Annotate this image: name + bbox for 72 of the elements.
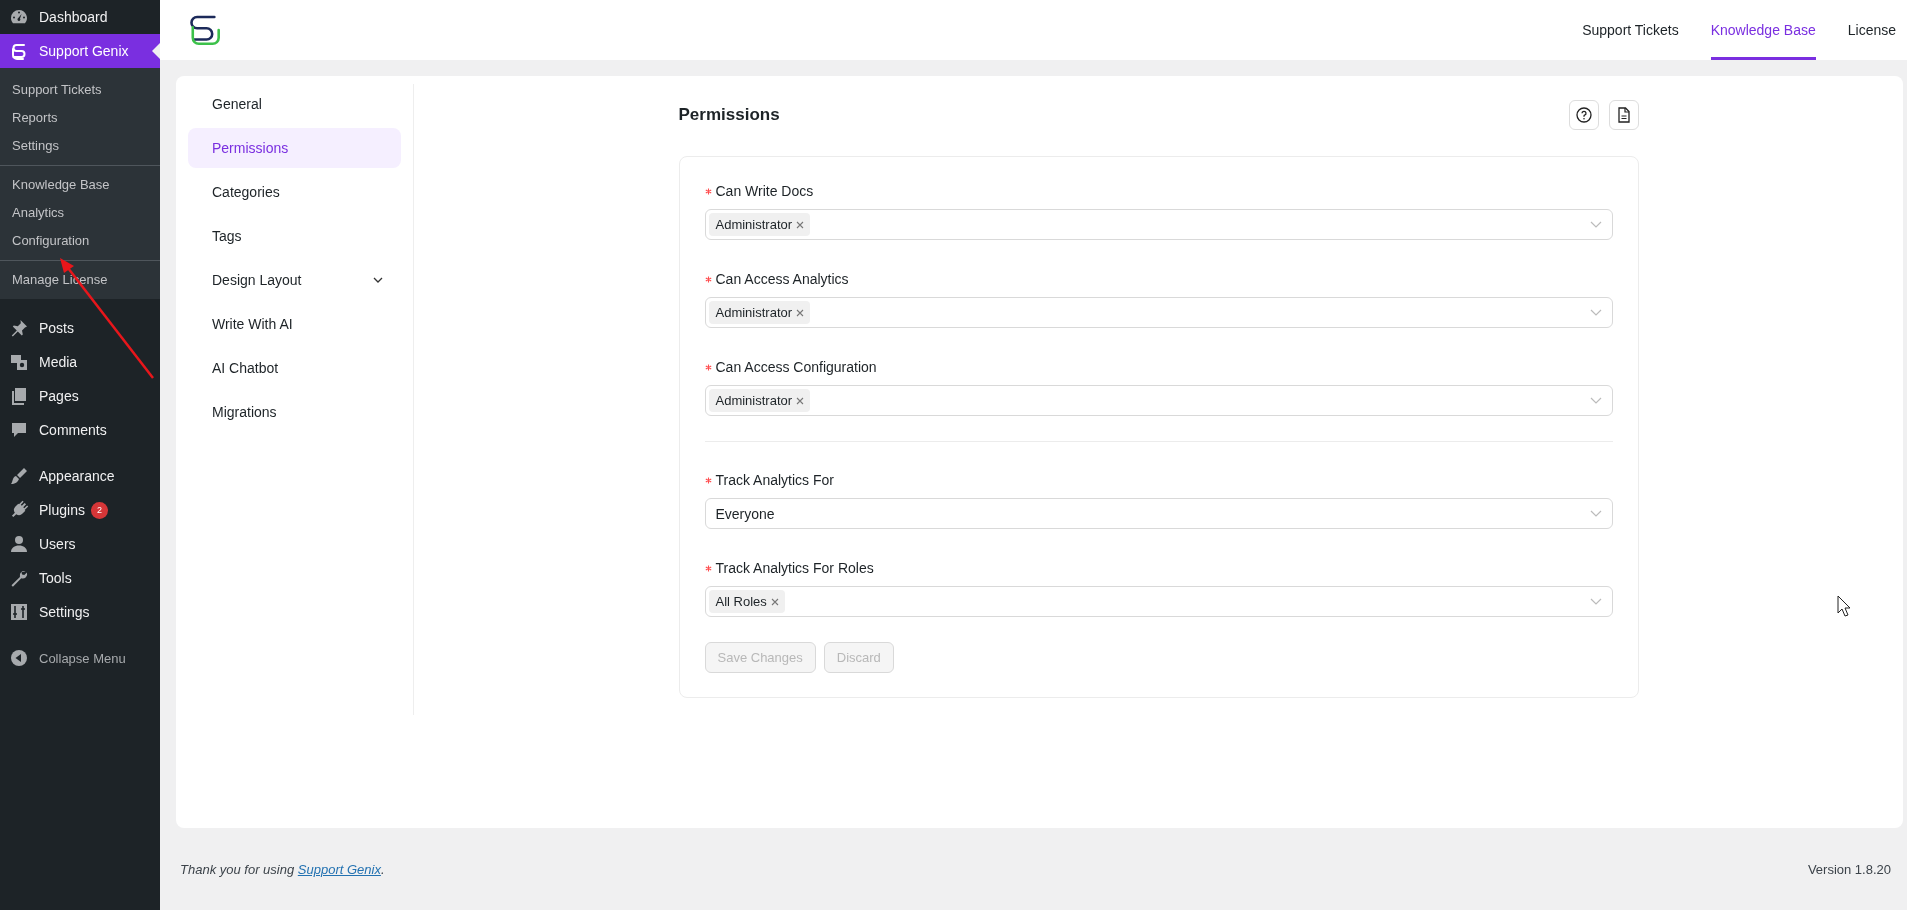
sidebar-menu-item[interactable]: Plugins 2 [0,493,160,527]
selected-tag: Administrator [708,213,811,236]
sidebar-menu-item[interactable]: Media [0,345,160,379]
sidebar-menu-item[interactable]: Users [0,527,160,561]
field-label: Can Access Analytics [715,271,849,287]
chevron-down-icon [1589,397,1602,404]
multi-select-field[interactable]: Administrator [704,385,1613,416]
select-field[interactable]: Everyone [704,498,1613,529]
version-text: Version 1.8.20 [1807,861,1891,877]
chevron-down-icon [1589,309,1602,316]
remove-icon [796,220,805,229]
sidebar-submenu-item[interactable]: Settings [0,131,160,159]
sidebar-menu-item[interactable]: Posts [0,311,160,345]
plug-icon [9,500,29,520]
chevron-down-icon [1589,598,1602,605]
top-nav-tab[interactable]: Support Tickets [1582,0,1679,60]
sidebar-menu-item[interactable]: Comments [0,413,160,447]
wrench-icon [9,568,29,588]
sidebar-menu-item[interactable]: Tools [0,561,160,595]
sidebar-menu-item[interactable]: Support Genix [0,34,160,68]
settings-nav-item[interactable]: Tags [188,216,401,256]
remove-icon [796,308,805,317]
field-label: Track Analytics For Roles [715,560,874,576]
selected-tag: Administrator [708,389,811,412]
brush-icon [9,466,29,486]
multi-select-field[interactable]: All Roles [704,586,1613,617]
settings-nav-item[interactable]: Design Layout [188,260,401,300]
selected-tag: Administrator [708,301,811,324]
settings-nav-item[interactable]: Write With AI [188,304,401,344]
remove-icon [796,396,805,405]
help-button[interactable] [1568,100,1599,130]
collapse-menu-button[interactable]: Collapse Menu [0,641,132,675]
top-nav-tab[interactable]: License [1847,0,1896,60]
sidebar-submenu-item[interactable]: Knowledge Base [0,170,160,198]
top-nav-tab[interactable]: Knowledge Base [1710,0,1816,60]
settings-nav-item[interactable]: Categories [188,172,401,212]
sidebar-menu-item[interactable]: Pages [0,379,160,413]
chevron-down-icon [1589,510,1602,517]
media-icon [9,352,29,372]
pin-icon [9,318,29,338]
sidebar-submenu-item[interactable]: Reports [0,103,160,131]
settings-nav-item[interactable]: General [188,84,401,124]
document-icon [1615,107,1632,123]
field-label: Can Write Docs [715,183,814,199]
help-icon [1575,107,1592,123]
sliders-icon [9,602,29,622]
settings-nav-item[interactable]: Migrations [188,392,401,432]
settings-nav-item[interactable]: Permissions [188,128,401,168]
selected-tag: All Roles [708,590,785,613]
multi-select-field[interactable]: Administrator [704,209,1613,240]
chevron-down-icon [1589,221,1602,228]
remove-icon [770,597,779,606]
mouse-pointer-icon [1837,595,1851,617]
user-icon [9,534,29,554]
sidebar-menu-item[interactable]: Settings [0,595,160,629]
chevron-down-icon [373,277,383,283]
sidebar-submenu-item[interactable]: Analytics [0,198,160,226]
sidebar-menu-item[interactable]: Dashboard [0,0,160,34]
support-genix-link[interactable]: Support Genix [297,861,381,877]
update-count-badge: 2 [90,501,108,519]
field-label: Can Access Configuration [715,359,877,375]
multi-select-field[interactable]: Administrator [704,297,1613,328]
footer-text: Thank you for using Support Genix. [180,861,385,877]
documentation-button[interactable] [1608,100,1639,130]
panel-title: Permissions [678,105,780,125]
settings-nav-item[interactable]: AI Chatbot [188,348,401,388]
comment-icon [9,420,29,440]
sidebar-submenu-item[interactable]: Support Tickets [0,75,160,103]
field-label: Track Analytics For [715,472,834,488]
sidebar-submenu-item[interactable]: Configuration [0,226,160,254]
pages-icon [9,386,29,406]
sidebar-menu-item[interactable]: Appearance [0,459,160,493]
